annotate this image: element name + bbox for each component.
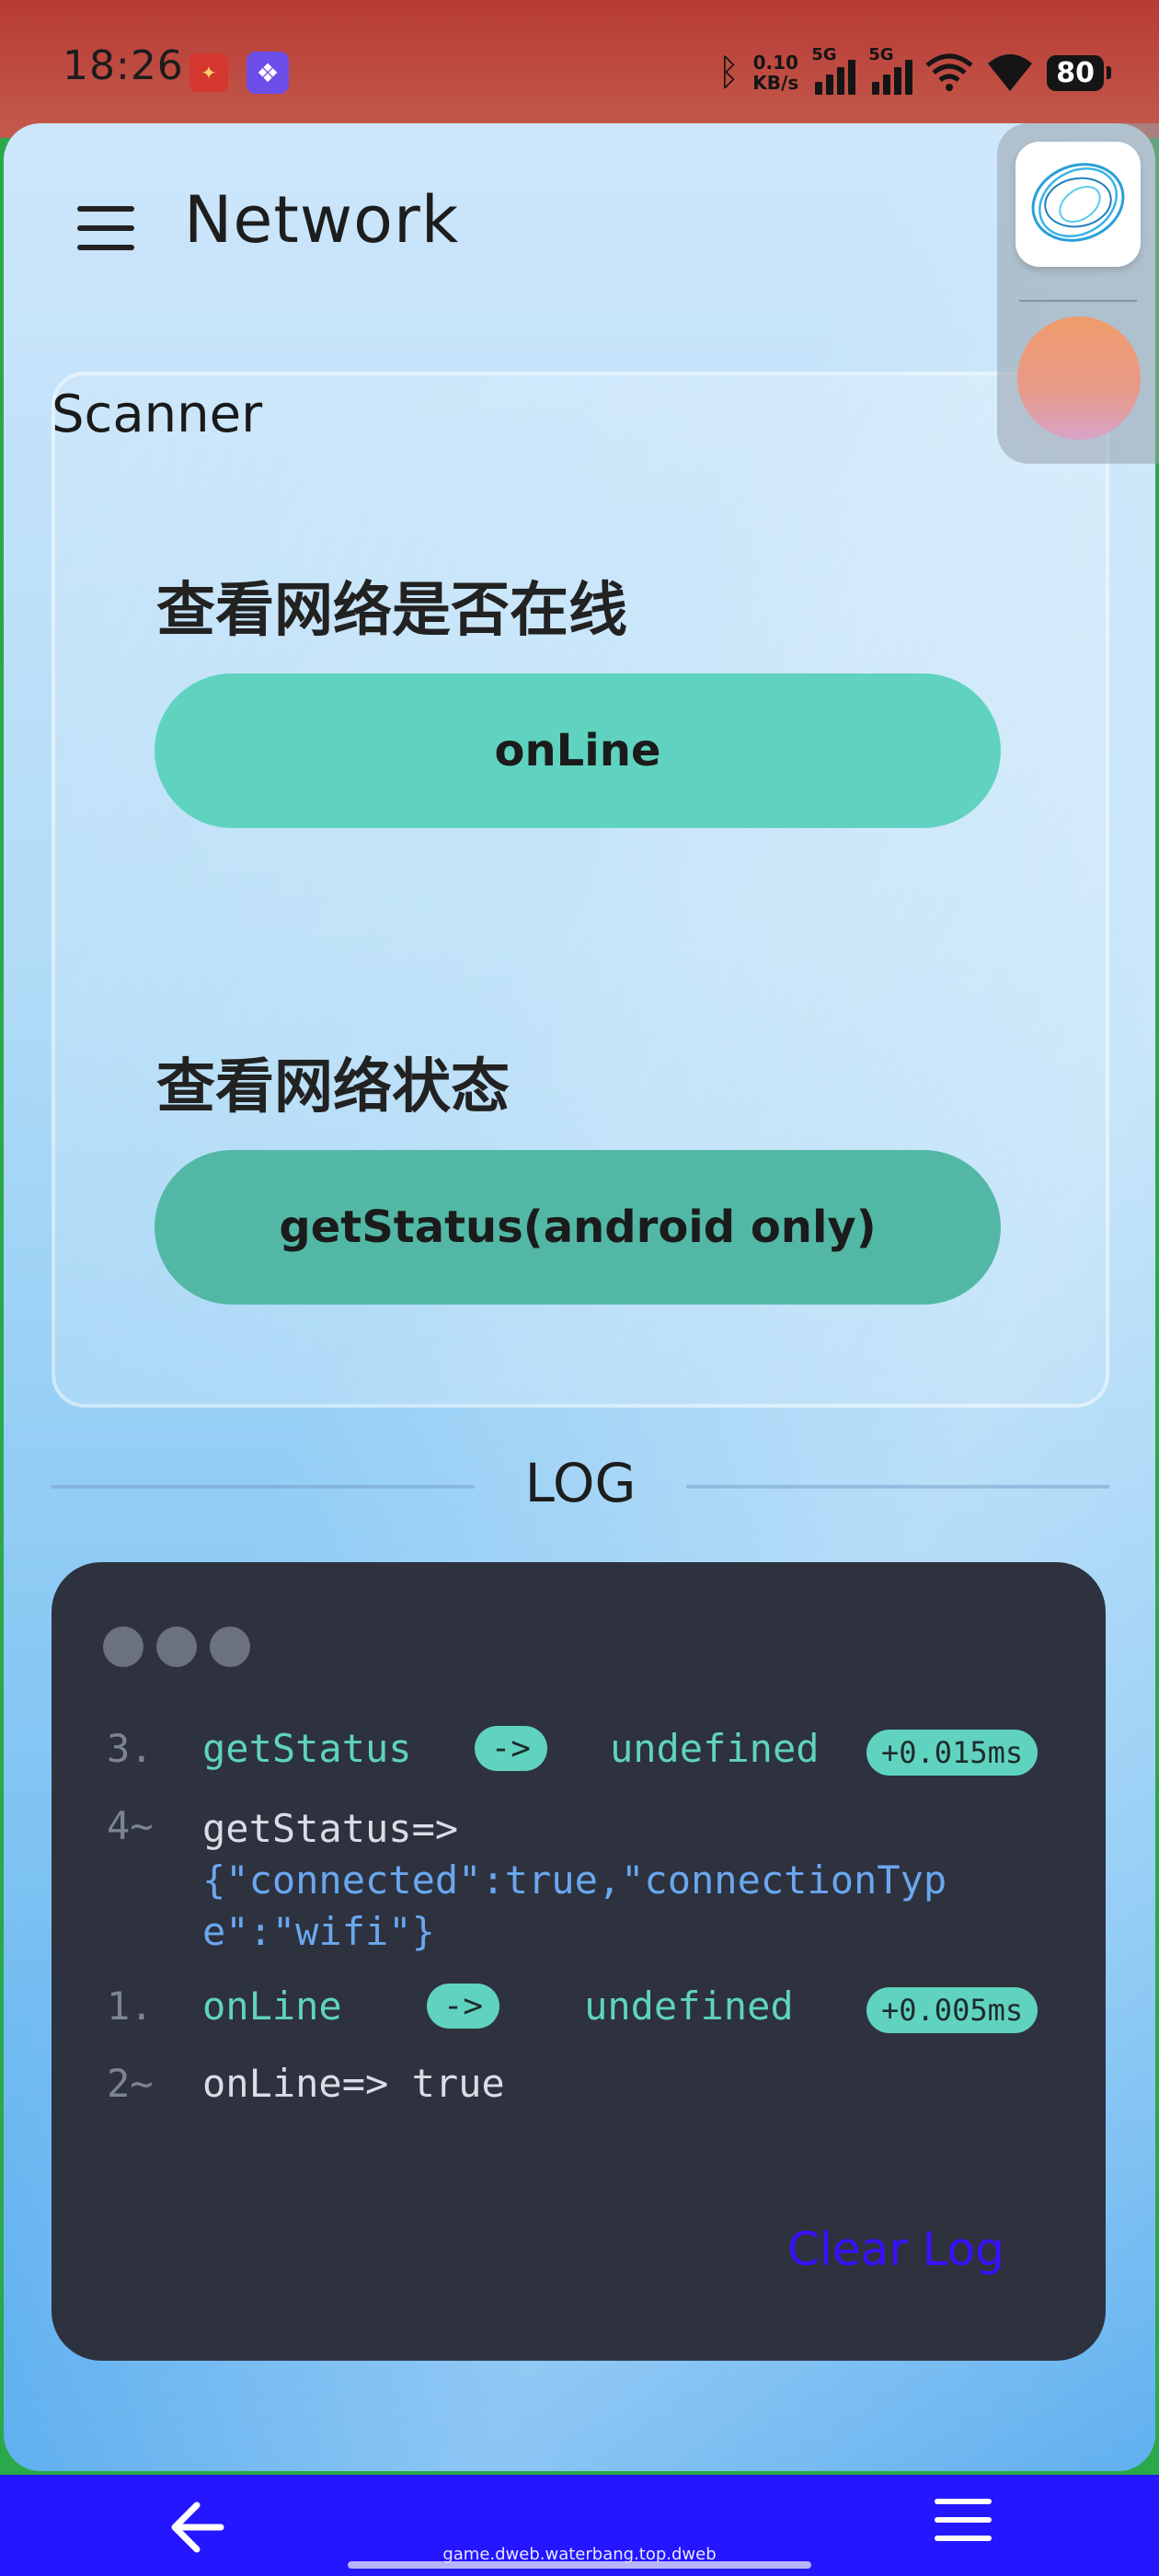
log-text: onLine=> true: [202, 2061, 505, 2106]
log-line-number: 3.: [107, 1726, 154, 1771]
status-icons: ᛒ 0.10 KB/s 5G 5G 80: [717, 40, 1111, 105]
log-function: getStatus: [202, 1726, 412, 1771]
window-dot-icon: [210, 1627, 250, 1667]
network-speed: 0.10 KB/s: [752, 52, 798, 93]
online-section-title: 查看网络是否在线: [156, 577, 627, 645]
signal-icon-2: 5G: [868, 45, 913, 95]
window-dot-icon: [103, 1627, 143, 1667]
log-line-number: 2~: [107, 2061, 154, 2106]
battery-icon: 80: [1047, 54, 1111, 91]
log-entry: 4~ getStatus=> {"connected":true,"connec…: [107, 1803, 947, 1958]
status-section-title: 查看网络状态: [156, 1053, 510, 1121]
log-divider: LOG: [52, 1452, 1109, 1516]
log-result: undefined: [609, 1726, 820, 1771]
home-indicator[interactable]: [348, 2561, 811, 2569]
app-bar: Network: [4, 123, 1155, 326]
nav-menu-button[interactable]: [935, 2499, 992, 2541]
window-dots: [103, 1627, 250, 1667]
online-button[interactable]: onLine: [155, 673, 1001, 828]
get-status-button[interactable]: getStatus(android only): [155, 1150, 1001, 1305]
divider-line-right: [686, 1485, 1109, 1489]
notification-app-icon-2: ❖: [247, 52, 289, 94]
log-time-badge: +0.005ms: [866, 1987, 1039, 2033]
network-speed-value: 0.10: [752, 52, 798, 74]
log-console: 3. getStatus -> undefined +0.015ms 4~ ge…: [52, 1562, 1106, 2361]
notification-app-icon: ✦: [189, 53, 228, 92]
status-bar: 18:26 ✦ ❖ ᛒ 0.10 KB/s 5G 5G 80: [0, 0, 1159, 138]
wifi-icon: [988, 54, 1033, 91]
floating-widget: [997, 123, 1159, 464]
log-function: onLine: [202, 1984, 342, 2029]
hamburger-menu-button[interactable]: [74, 201, 138, 256]
network-speed-unit: KB/s: [752, 72, 799, 94]
window-dot-icon: [156, 1627, 197, 1667]
log-text: getStatus=>: [202, 1806, 459, 1851]
widget-divider: [1019, 300, 1137, 302]
log-entry: 1. onLine -> undefined: [107, 1984, 794, 2029]
bluetooth-icon: ᛒ: [717, 52, 740, 94]
scanner-label: Scanner: [52, 385, 263, 444]
log-heading: LOG: [524, 1452, 637, 1514]
floating-ball-button[interactable]: [1017, 316, 1141, 440]
log-arrow-badge: ->: [474, 1726, 547, 1771]
log-arrow-badge: ->: [426, 1984, 500, 2029]
signal-type-label-2: 5G: [868, 45, 894, 64]
log-line-number: 1.: [107, 1984, 154, 2029]
clear-log-button[interactable]: Clear Log: [787, 2223, 1004, 2276]
app-logo-icon[interactable]: [1016, 142, 1141, 267]
log-result: undefined: [584, 1984, 794, 2029]
log-entry: 2~ onLine=> true: [107, 2061, 505, 2106]
signal-type-label: 5G: [811, 45, 837, 64]
log-json: e":"wifi"}: [202, 1909, 435, 1954]
log-line-number: 4~: [107, 1803, 154, 1848]
log-time-badge: +0.015ms: [866, 1730, 1039, 1776]
signal-icon: 5G: [811, 45, 856, 95]
page-title: Network: [184, 182, 460, 258]
hotspot-wifi-icon: [925, 53, 973, 91]
log-json: {"connected":true,"connectionTyp: [202, 1857, 947, 1903]
status-time: 18:26: [63, 42, 184, 89]
log-entry: 3. getStatus -> undefined: [107, 1726, 820, 1771]
